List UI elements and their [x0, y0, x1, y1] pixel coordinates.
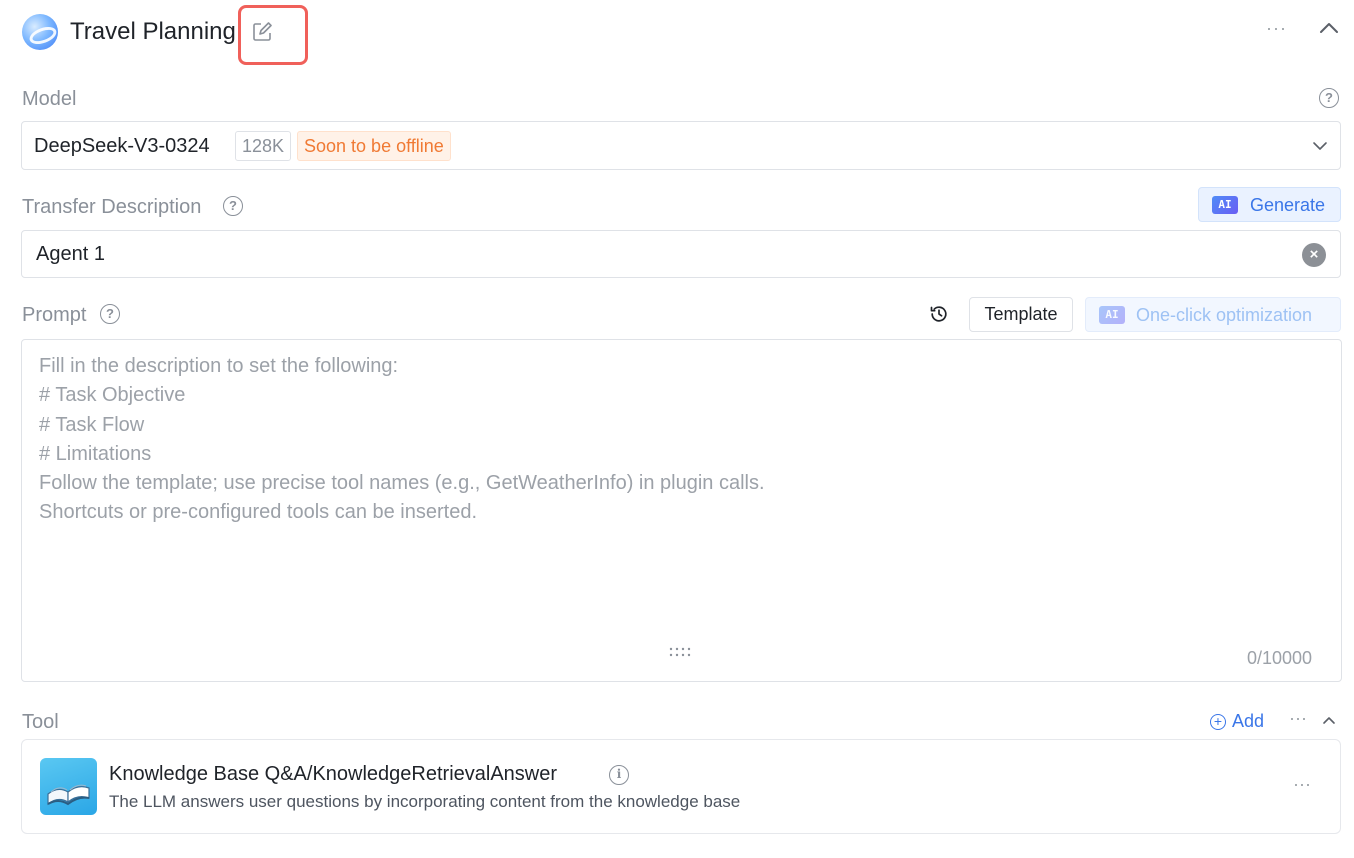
transfer-description-label: Transfer Description — [22, 196, 202, 218]
book-icon — [40, 758, 97, 815]
edit-highlight-box — [238, 5, 308, 65]
generate-label: Generate — [1250, 195, 1326, 215]
tool-card[interactable] — [21, 739, 1341, 834]
chevron-up-icon[interactable] — [1318, 20, 1340, 36]
context-length-tag: 128K — [235, 131, 292, 161]
add-tool-button[interactable]: + Add — [1210, 709, 1264, 733]
model-label: Model — [22, 88, 77, 110]
status-badge: Soon to be offline — [297, 131, 451, 161]
model-selected-value: DeepSeek-V3-0324 — [34, 135, 210, 157]
generate-button[interactable]: AI Generate — [1198, 187, 1341, 222]
agent-title: Travel Planning — [70, 18, 236, 45]
edit-icon[interactable] — [252, 22, 272, 42]
tool-name: Knowledge Base Q&A/KnowledgeRetrievalAns… — [109, 763, 558, 785]
one-click-optimization-button[interactable]: AI One-click optimization — [1085, 297, 1341, 332]
character-counter: 0/10000 — [1247, 648, 1313, 668]
ai-icon: AI — [1099, 306, 1125, 324]
more-options-icon[interactable]: ··· — [1266, 18, 1287, 39]
chevron-up-icon[interactable] — [1322, 714, 1336, 726]
transfer-description-input[interactable] — [21, 230, 1341, 278]
model-select[interactable] — [21, 121, 1341, 170]
info-icon[interactable]: i — [609, 765, 629, 785]
model-help-icon[interactable]: ? — [1319, 88, 1339, 108]
plus-circle-icon: + — [1210, 714, 1226, 730]
one-click-optimization-label: One-click optimization — [1136, 305, 1313, 325]
app-logo — [22, 14, 58, 50]
clear-icon[interactable]: × — [1302, 243, 1326, 267]
prompt-placeholder: Fill in the description to set the follo… — [39, 355, 765, 524]
chevron-down-icon[interactable] — [1312, 140, 1328, 152]
tool-item-more-options-icon[interactable]: ··· — [1293, 774, 1311, 795]
history-icon[interactable] — [929, 304, 949, 324]
tool-label: Tool — [22, 711, 59, 733]
resize-handle-icon[interactable] — [667, 645, 697, 659]
add-tool-label: Add — [1232, 711, 1265, 731]
transfer-description-value: Agent 1 — [36, 243, 105, 265]
template-button[interactable]: Template — [969, 297, 1073, 332]
prompt-help-icon[interactable]: ? — [100, 304, 120, 324]
transfer-description-help-icon[interactable]: ? — [223, 196, 243, 216]
ai-icon: AI — [1212, 196, 1238, 214]
tool-more-options-icon[interactable]: ··· — [1289, 708, 1307, 729]
tool-description: The LLM answers user questions by incorp… — [109, 792, 741, 811]
prompt-label: Prompt — [22, 304, 87, 326]
